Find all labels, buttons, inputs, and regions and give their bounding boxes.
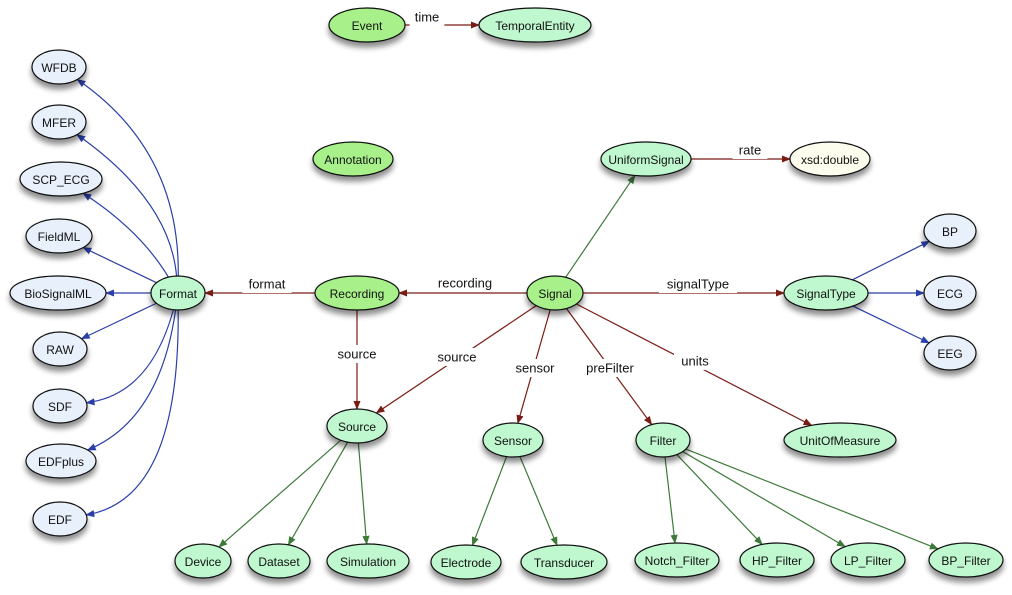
edge-label-source: source xyxy=(337,347,376,362)
edge-format-to-scp_ecg xyxy=(82,192,169,278)
edge-format-to-raw xyxy=(80,302,157,340)
node-transducer[interactable]: Transducer xyxy=(520,544,608,580)
node-fieldml[interactable]: FieldML xyxy=(25,218,93,254)
node-label: SCP_ECG xyxy=(32,173,89,187)
node-signal[interactable]: Signal xyxy=(526,275,584,311)
node-label: TemporalEntity xyxy=(495,19,574,33)
node-edfplus[interactable]: EDFplus xyxy=(25,443,97,479)
node-label: BioSignalML xyxy=(24,287,92,301)
node-label: EEG xyxy=(937,347,962,361)
node-label: BP_Filter xyxy=(941,554,990,568)
node-label: Notch_Filter xyxy=(645,554,710,568)
edge-format-to-edf xyxy=(85,309,179,518)
node-xsd-double[interactable]: xsd:double xyxy=(789,141,871,177)
node-sensor[interactable]: Sensor xyxy=(482,422,544,458)
node-label: SignalType xyxy=(796,287,856,301)
edge-label-units: units xyxy=(681,354,709,369)
edge-signal-to-uniformsignal xyxy=(565,174,636,278)
node-bp-filter[interactable]: BP_Filter xyxy=(928,542,1004,578)
edge-label-source: source xyxy=(437,350,476,365)
node-label: SDF xyxy=(48,400,72,414)
edge-filter-to-notch_filter xyxy=(664,456,678,544)
edge-label-format: format xyxy=(249,277,286,292)
node-unitofmeasure[interactable]: UnitOfMeasure xyxy=(783,422,897,458)
edge-sensor-to-transducer xyxy=(519,456,558,547)
edge-format-to-sdf xyxy=(85,309,174,406)
node-scp-ecg[interactable]: SCP_ECG xyxy=(19,161,103,197)
edge-label-recording: recording xyxy=(438,276,492,291)
node-uniformsignal[interactable]: UniformSignal xyxy=(600,141,692,177)
node-filter[interactable]: Filter xyxy=(635,422,691,458)
edge-label-rate: rate xyxy=(739,143,761,158)
node-recording[interactable]: Recording xyxy=(314,275,400,311)
edge-format-to-edfplus xyxy=(86,309,177,451)
node-label: Sensor xyxy=(494,434,532,448)
node-sdf[interactable]: SDF xyxy=(32,388,88,424)
node-label: ECG xyxy=(937,287,963,301)
edge-format-to-fieldml xyxy=(82,247,157,284)
node-raw[interactable]: RAW xyxy=(32,331,88,367)
node-wfdb[interactable]: WFDB xyxy=(31,49,87,85)
edge-signaltype-to-bp xyxy=(852,240,931,281)
node-label: Dataset xyxy=(258,555,300,569)
node-label: Filter xyxy=(650,434,677,448)
node-label: EDFplus xyxy=(38,455,84,469)
node-label: UniformSignal xyxy=(608,153,683,167)
node-label: Signal xyxy=(538,287,571,301)
node-device[interactable]: Device xyxy=(174,543,232,579)
node-temporalentity[interactable]: TemporalEntity xyxy=(478,7,592,43)
node-label: Source xyxy=(338,420,376,434)
node-label: FieldML xyxy=(38,230,81,244)
node-label: LP_Filter xyxy=(844,554,892,568)
node-label: MFER xyxy=(42,116,76,130)
edge-sensor-to-electrode xyxy=(471,456,508,547)
node-bp[interactable]: BP xyxy=(923,213,977,249)
edge-source-to-dataset xyxy=(287,441,349,546)
node-label: Annotation xyxy=(324,153,381,167)
ontology-diagram: time rate recording format signalType source s… xyxy=(9,7,1004,580)
edge-source-to-simulation xyxy=(357,442,370,545)
node-ecg[interactable]: ECG xyxy=(923,275,977,311)
node-hp-filter[interactable]: HP_Filter xyxy=(739,542,815,578)
node-annotation[interactable]: Annotation xyxy=(312,141,394,177)
node-label: Recording xyxy=(330,287,385,301)
node-label: Event xyxy=(352,19,383,33)
node-lp-filter[interactable]: LP_Filter xyxy=(830,542,906,578)
edge-labels-layer: time rate recording format signalType source s… xyxy=(242,8,768,377)
node-signaltype[interactable]: SignalType xyxy=(783,275,869,311)
node-format[interactable]: Format xyxy=(150,275,206,311)
node-label: Transducer xyxy=(534,556,594,570)
edge-filter-to-bp_filter xyxy=(685,448,939,550)
node-label: Simulation xyxy=(340,555,396,569)
node-source[interactable]: Source xyxy=(326,408,388,444)
node-label: HP_Filter xyxy=(752,554,802,568)
node-label: RAW xyxy=(46,343,74,357)
edge-label-prefilter: preFilter xyxy=(586,361,634,376)
node-label: Device xyxy=(185,555,222,569)
node-electrode[interactable]: Electrode xyxy=(430,544,502,580)
node-mfer[interactable]: MFER xyxy=(31,104,87,140)
edge-filter-to-lp_filter xyxy=(682,451,846,548)
node-label: UnitOfMeasure xyxy=(800,434,881,448)
edge-source-to-device xyxy=(218,439,342,548)
node-edf[interactable]: EDF xyxy=(32,501,88,537)
node-label: BP xyxy=(942,225,958,239)
node-label: Format xyxy=(159,287,198,301)
node-biosignalml[interactable]: BioSignalML xyxy=(9,275,107,311)
node-label: WFDB xyxy=(41,61,76,75)
edge-label-sensor: sensor xyxy=(515,361,555,376)
node-label: EDF xyxy=(48,513,72,527)
node-label: xsd:double xyxy=(801,153,859,167)
edge-label-signaltype: signalType xyxy=(667,277,729,292)
node-dataset[interactable]: Dataset xyxy=(247,543,311,579)
node-label: Electrode xyxy=(441,556,492,570)
edge-format-to-mfer xyxy=(76,134,178,277)
node-event[interactable]: Event xyxy=(328,7,406,43)
node-notch-filter[interactable]: Notch_Filter xyxy=(634,542,720,578)
edge-label-time: time xyxy=(415,10,440,25)
edge-filter-to-hp_filter xyxy=(676,454,763,546)
edge-signaltype-to-eeg xyxy=(852,305,930,344)
node-simulation[interactable]: Simulation xyxy=(326,543,410,579)
node-eeg[interactable]: EEG xyxy=(923,335,977,371)
